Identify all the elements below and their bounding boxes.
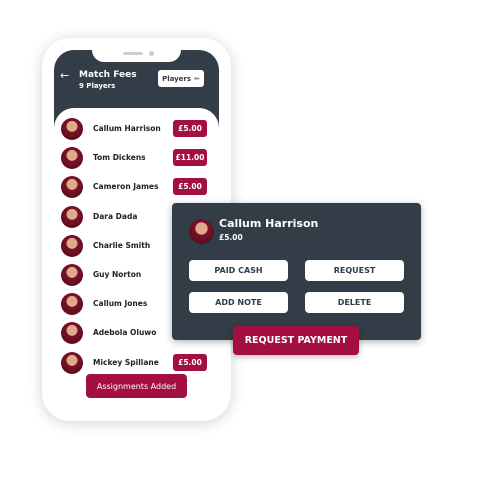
player-name: Mickey Spillane [93,357,159,367]
request-button[interactable]: REQUEST [305,260,404,281]
avatar [189,219,214,244]
pencil-icon: ✏︎ [194,74,200,83]
avatar [61,147,83,170]
avatar [61,176,83,199]
add-note-button[interactable]: ADD NOTE [189,292,288,313]
delete-button[interactable]: DELETE [305,292,404,313]
notch [92,50,181,62]
amount-badge[interactable]: £11.00 [173,149,207,167]
avatar [61,234,83,257]
player-action-popup: Callum Harrison £5.00 PAID CASH REQUEST … [172,203,421,340]
player-name: Cameron James [93,182,159,192]
avatar [61,118,83,140]
avatar [61,351,83,374]
request-payment-button[interactable]: REQUEST PAYMENT [233,326,359,355]
assignments-added-button[interactable]: Assignments Added [86,374,187,398]
popup-amount: £5.00 [219,233,243,242]
player-row[interactable]: Mickey Spillane £5.00 [54,350,219,376]
players-button[interactable]: Players ✏︎ [158,70,204,87]
player-name: Tom Dickens [93,153,146,163]
player-count: 9 Players [79,82,116,90]
player-name: Adebola Oluwo [93,328,157,338]
avatar [61,264,83,286]
amount-badge[interactable]: £5.00 [173,178,207,196]
player-name: Charlie Smith [93,240,151,250]
player-name: Callum Harrison [93,124,161,133]
players-label: Players [162,74,192,83]
player-row[interactable]: Callum Harrison £5.00 [54,116,219,142]
player-row[interactable]: Tom Dickens £11.00 [54,145,219,171]
player-name: Guy Norton [93,270,142,279]
avatar [61,205,83,228]
avatar [61,293,83,316]
paid-cash-button[interactable]: PAID CASH [189,260,288,281]
arrow-left-icon[interactable]: ← [60,69,69,82]
player-name: Dara Dada [93,211,138,221]
amount-badge[interactable]: £5.00 [173,120,207,137]
page-title: Match Fees [79,70,137,80]
avatar [61,322,83,345]
speaker [123,52,143,55]
camera [149,51,154,56]
player-row[interactable]: Cameron James £5.00 [54,174,219,200]
popup-player-name: Callum Harrison [219,217,319,230]
player-name: Callum Jones [93,299,148,309]
amount-badge[interactable]: £5.00 [173,353,207,371]
